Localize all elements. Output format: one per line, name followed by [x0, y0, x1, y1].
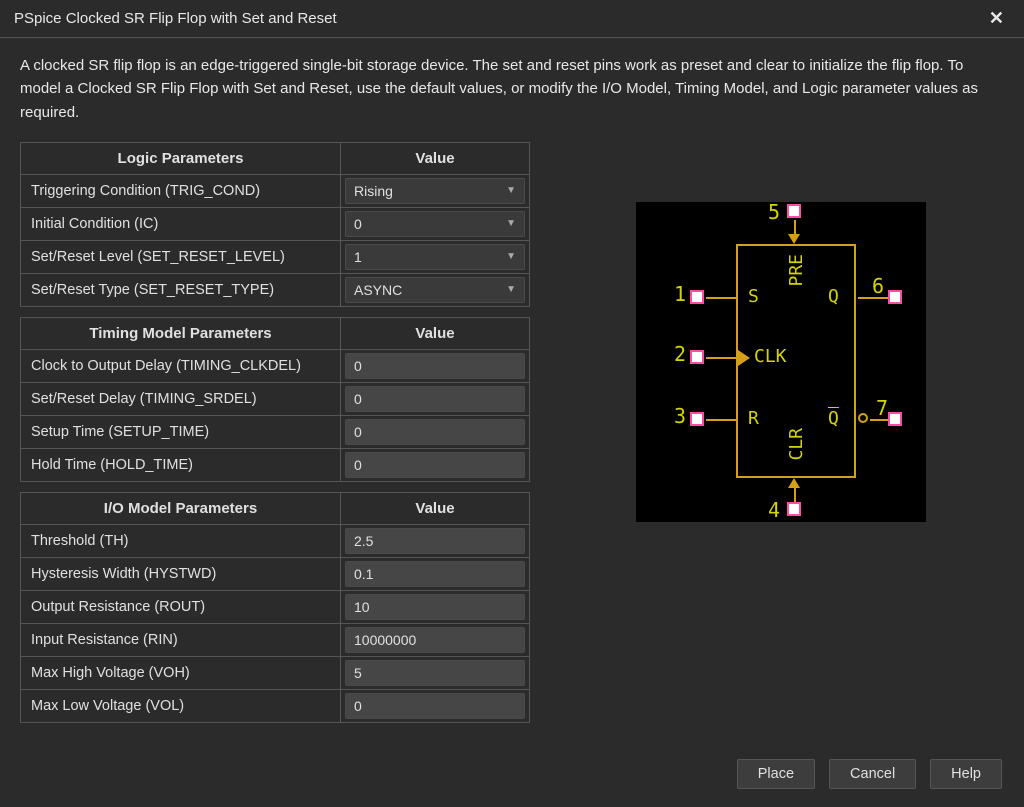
vol-label: Max Low Voltage (VOL) [21, 689, 341, 722]
pin-3-number: 3 [674, 404, 686, 428]
pin-2-lead [706, 357, 736, 359]
rin-input[interactable] [345, 627, 525, 653]
pin-3-terminal [690, 412, 704, 426]
clk-label: CLK [754, 346, 787, 367]
inverter-bubble-icon [858, 413, 868, 423]
th-label: Threshold (TH) [21, 524, 341, 557]
pin-5-arrow-icon [788, 234, 800, 244]
pin-4-terminal [787, 502, 801, 516]
s-label: S [748, 286, 759, 307]
place-button[interactable]: Place [737, 759, 815, 789]
pin-6-number: 6 [872, 274, 884, 298]
io-header-param: I/O Model Parameters [21, 492, 341, 524]
set-reset-level-select[interactable]: 1▼ [345, 244, 525, 270]
voh-label: Max High Voltage (VOH) [21, 656, 341, 689]
pin-7-terminal [888, 412, 902, 426]
hold-time-input[interactable] [345, 452, 525, 478]
set-reset-type-label: Set/Reset Type (SET_RESET_TYPE) [21, 273, 341, 306]
pin-4-lead [794, 486, 796, 502]
pin-5-terminal [787, 204, 801, 218]
chevron-down-icon: ▼ [506, 251, 516, 262]
setup-time-label: Setup Time (SETUP_TIME) [21, 415, 341, 448]
chevron-down-icon: ▼ [506, 284, 516, 295]
timing-header-value: Value [341, 317, 530, 349]
chevron-down-icon: ▼ [506, 185, 516, 196]
qbar-label: Q [828, 408, 839, 429]
trig-cond-label: Triggering Condition (TRIG_COND) [21, 174, 341, 207]
dialog-buttons: Place Cancel Help [737, 759, 1002, 789]
clkdel-label: Clock to Output Delay (TIMING_CLKDEL) [21, 349, 341, 382]
ic-label: Initial Condition (IC) [21, 207, 341, 240]
schematic-diagram: 5 PRE 4 CLR 1 S 2 CLK 3 R [636, 202, 926, 522]
srdel-input[interactable] [345, 386, 525, 412]
titlebar: PSpice Clocked SR Flip Flop with Set and… [0, 0, 1024, 37]
trig-cond-select[interactable]: Rising▼ [345, 178, 525, 204]
q-label: Q [828, 286, 839, 307]
dialog-title: PSpice Clocked SR Flip Flop with Set and… [14, 10, 337, 27]
pre-label: PRE [786, 254, 807, 287]
voh-input[interactable] [345, 660, 525, 686]
cancel-button[interactable]: Cancel [829, 759, 916, 789]
set-reset-level-label: Set/Reset Level (SET_RESET_LEVEL) [21, 240, 341, 273]
th-input[interactable] [345, 528, 525, 554]
clr-label: CLR [786, 428, 807, 461]
timing-params-table: Timing Model Parameters Value Clock to O… [20, 317, 530, 482]
pin-2-number: 2 [674, 342, 686, 366]
help-button[interactable]: Help [930, 759, 1002, 789]
description-text: A clocked SR flip flop is an edge-trigge… [0, 38, 1024, 142]
pin-6-terminal [888, 290, 902, 304]
chevron-down-icon: ▼ [506, 218, 516, 229]
pin-5-number: 5 [768, 200, 780, 224]
pin-2-terminal [690, 350, 704, 364]
pin-1-terminal [690, 290, 704, 304]
clock-edge-icon [738, 350, 750, 366]
hold-time-label: Hold Time (HOLD_TIME) [21, 448, 341, 481]
pin-1-lead [706, 297, 736, 299]
close-icon[interactable]: ✕ [983, 8, 1010, 29]
io-header-value: Value [341, 492, 530, 524]
logic-header-value: Value [341, 142, 530, 174]
ic-select[interactable]: 0▼ [345, 211, 525, 237]
rout-input[interactable] [345, 594, 525, 620]
logic-params-table: Logic Parameters Value Triggering Condit… [20, 142, 530, 307]
vol-input[interactable] [345, 693, 525, 719]
pin-1-number: 1 [674, 282, 686, 306]
rin-label: Input Resistance (RIN) [21, 623, 341, 656]
clkdel-input[interactable] [345, 353, 525, 379]
pin-3-lead [706, 419, 736, 421]
srdel-label: Set/Reset Delay (TIMING_SRDEL) [21, 382, 341, 415]
r-label: R [748, 408, 759, 429]
pin-7-lead [870, 419, 888, 421]
rout-label: Output Resistance (ROUT) [21, 590, 341, 623]
io-params-table: I/O Model Parameters Value Threshold (TH… [20, 492, 530, 723]
pin-6-lead [858, 297, 888, 299]
pin-4-number: 4 [768, 498, 780, 522]
set-reset-type-select[interactable]: ASYNC▼ [345, 277, 525, 303]
timing-header-param: Timing Model Parameters [21, 317, 341, 349]
hystwd-input[interactable] [345, 561, 525, 587]
pin-7-number: 7 [876, 396, 888, 420]
logic-header-param: Logic Parameters [21, 142, 341, 174]
pin-4-arrow-icon [788, 478, 800, 488]
hystwd-label: Hysteresis Width (HYSTWD) [21, 557, 341, 590]
parameters-column: Logic Parameters Value Triggering Condit… [20, 142, 530, 733]
setup-time-input[interactable] [345, 419, 525, 445]
